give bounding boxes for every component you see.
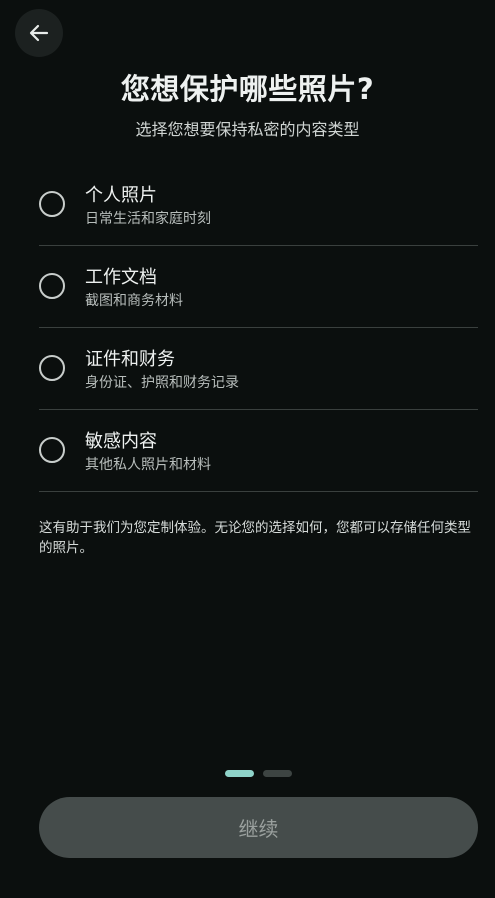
option-id-finance[interactable]: 证件和财务 身份证、护照和财务记录 <box>39 328 478 410</box>
radio-button[interactable] <box>39 437 65 463</box>
option-description: 日常生活和家庭时刻 <box>85 211 211 227</box>
page-dot-active <box>225 770 254 777</box>
option-description: 截图和商务材料 <box>85 293 183 309</box>
option-sensitive-content[interactable]: 敏感内容 其他私人照片和材料 <box>39 410 478 492</box>
page-dot <box>263 770 292 777</box>
radio-button[interactable] <box>39 273 65 299</box>
option-title: 工作文档 <box>85 267 157 288</box>
back-button[interactable] <box>15 9 63 57</box>
option-title: 证件和财务 <box>85 349 175 370</box>
option-title: 敏感内容 <box>85 431 157 452</box>
info-note: 这有助于我们为您定制体验。无论您的选择如何，您都可以存储任何类型的照片。 <box>39 520 471 556</box>
continue-button[interactable]: 继续 <box>39 797 478 858</box>
page-subtitle: 选择您想要保持私密的内容类型 <box>135 120 360 139</box>
option-work-documents[interactable]: 工作文档 截图和商务材料 <box>39 246 478 328</box>
option-description: 其他私人照片和材料 <box>85 457 211 473</box>
option-title: 个人照片 <box>85 185 157 206</box>
page-title: 您想保护哪些照片? <box>120 72 375 106</box>
page-indicator <box>225 770 292 777</box>
arrow-left-icon <box>27 21 51 45</box>
option-description: 身份证、护照和财务记录 <box>85 375 239 391</box>
radio-button[interactable] <box>39 355 65 381</box>
continue-button-label: 继续 <box>238 817 279 841</box>
option-personal-photos[interactable]: 个人照片 日常生活和家庭时刻 <box>39 164 478 246</box>
radio-button[interactable] <box>39 191 65 217</box>
options-list: 个人照片 日常生活和家庭时刻 工作文档 截图和商务材料 证件和财务 身份证、护照… <box>39 164 478 492</box>
